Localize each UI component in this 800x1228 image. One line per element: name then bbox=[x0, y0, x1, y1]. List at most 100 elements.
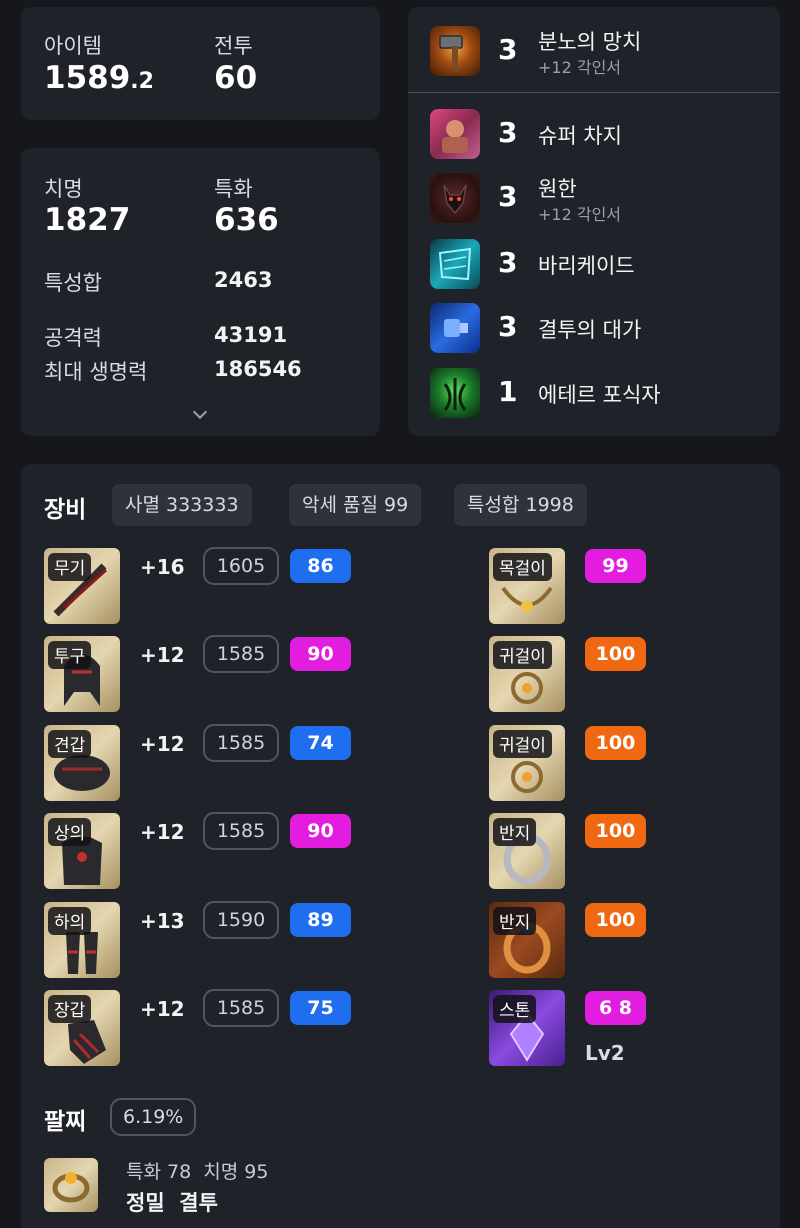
bracelet-title: 팔찌 bbox=[44, 1109, 87, 1135]
quality-badge: 100 bbox=[585, 814, 646, 848]
refine-level: +13 bbox=[140, 909, 185, 933]
slot-label: 목걸이 bbox=[493, 553, 552, 581]
summary-chip-elixir: 사멸 333333 bbox=[112, 484, 252, 526]
engraving-name: 분노의 망치 bbox=[538, 30, 642, 54]
quality-badge: 6 8 bbox=[585, 991, 646, 1025]
item-level-badge: 1590 bbox=[203, 901, 279, 939]
helmet-icon[interactable]: 투구 bbox=[44, 636, 120, 712]
summary-chip-acc-quality: 악세 품질 99 bbox=[289, 484, 422, 526]
refine-level: +12 bbox=[140, 820, 185, 844]
engraving-row[interactable]: 3 분노의 망치 +12 각인서 bbox=[430, 26, 770, 82]
engraving-name: 원한 bbox=[538, 177, 577, 201]
bracelet-percent-chip: 6.19% bbox=[110, 1098, 197, 1136]
summary-chip-stat-total: 특성합 1998 bbox=[454, 484, 587, 526]
engravings-card: 3 분노의 망치 +12 각인서 3 슈퍼 차지 3 원한 +12 각인서 3 … bbox=[408, 7, 780, 436]
item-level-badge: 1585 bbox=[203, 724, 279, 762]
spec-value: 636 bbox=[214, 202, 279, 238]
ring-icon[interactable]: 반지 bbox=[489, 813, 565, 889]
engraving-row[interactable]: 3 바리케이드 bbox=[430, 239, 770, 295]
hammer-icon bbox=[430, 26, 480, 76]
expand-chevron-icon[interactable] bbox=[192, 404, 208, 420]
quality-badge: 89 bbox=[290, 903, 351, 937]
quality-badge: 100 bbox=[585, 903, 646, 937]
quality-badge: 74 bbox=[290, 726, 351, 760]
combat-level-label: 전투 bbox=[214, 34, 253, 58]
item-level-badge: 1585 bbox=[203, 989, 279, 1027]
bracelet-icon[interactable] bbox=[44, 1158, 98, 1212]
hp-value: 186546 bbox=[214, 357, 302, 381]
item-level-badge: 1605 bbox=[203, 547, 279, 585]
engraving-level: 3 bbox=[498, 246, 518, 279]
engraving-row[interactable]: 1 에테르 포식자 bbox=[430, 368, 770, 424]
slot-label: 장갑 bbox=[48, 995, 92, 1023]
engraving-level: 1 bbox=[498, 375, 518, 408]
necklace-icon[interactable]: 목걸이 bbox=[489, 548, 565, 624]
item-level-badge: 1585 bbox=[203, 812, 279, 850]
barricade-icon bbox=[430, 239, 480, 289]
quality-badge: 100 bbox=[585, 637, 646, 671]
bracelet-effects: 정밀 결투 bbox=[126, 1191, 218, 1215]
master-brawler-icon bbox=[430, 303, 480, 353]
slot-label: 투구 bbox=[48, 641, 92, 669]
pants-icon[interactable]: 하의 bbox=[44, 902, 120, 978]
slot-label: 견갑 bbox=[48, 730, 92, 758]
engraving-row[interactable]: 3 원한 +12 각인서 bbox=[430, 173, 770, 229]
slot-label: 반지 bbox=[493, 818, 537, 846]
engraving-name: 슈퍼 차지 bbox=[538, 124, 622, 148]
engraving-level: 3 bbox=[498, 33, 518, 66]
slot-label: 하의 bbox=[48, 907, 92, 935]
earring-icon[interactable]: 귀걸이 bbox=[489, 636, 565, 712]
ether-predator-icon bbox=[430, 368, 480, 418]
total-stat-value: 2463 bbox=[214, 268, 273, 292]
quality-badge: 75 bbox=[290, 991, 351, 1025]
quality-badge: 99 bbox=[585, 549, 646, 583]
engraving-level: 3 bbox=[498, 180, 518, 213]
engraving-row[interactable]: 3 결투의 대가 bbox=[430, 303, 770, 359]
refine-level: +12 bbox=[140, 997, 185, 1021]
slot-label: 귀걸이 bbox=[493, 641, 552, 669]
refine-level: +16 bbox=[140, 555, 185, 579]
ring-icon[interactable]: 반지 bbox=[489, 902, 565, 978]
slot-label: 무기 bbox=[48, 553, 92, 581]
engraving-divider bbox=[408, 92, 780, 93]
refine-level: +12 bbox=[140, 643, 185, 667]
chest-icon[interactable]: 상의 bbox=[44, 813, 120, 889]
stats-card: 치명 1827 특화 636 특성합 2463 공격력 43191 최대 생명력… bbox=[21, 148, 380, 436]
earring-icon[interactable]: 귀걸이 bbox=[489, 725, 565, 801]
hp-label: 최대 생명력 bbox=[44, 360, 148, 384]
engraving-name: 바리케이드 bbox=[538, 254, 635, 278]
ability-stone-icon[interactable]: 스톤 bbox=[489, 990, 565, 1066]
attack-label: 공격력 bbox=[44, 326, 102, 350]
attack-value: 43191 bbox=[214, 323, 288, 347]
bracelet-stats: 특화 78 치명 95 bbox=[126, 1161, 269, 1183]
crit-label: 치명 bbox=[44, 177, 83, 201]
slot-label: 귀걸이 bbox=[493, 730, 552, 758]
gloves-icon[interactable]: 장갑 bbox=[44, 990, 120, 1066]
engraving-name: 에테르 포식자 bbox=[538, 383, 661, 407]
equipment-card: 장비 사멸 333333 악세 품질 99 특성합 1998 무기 +16 16… bbox=[21, 464, 780, 1228]
engraving-name: 결투의 대가 bbox=[538, 318, 642, 342]
combat-level-value: 60 bbox=[214, 60, 258, 96]
engraving-book: +12 각인서 bbox=[538, 205, 622, 224]
refine-level: +12 bbox=[140, 732, 185, 756]
crit-value: 1827 bbox=[44, 202, 131, 238]
item-level-value: 1589.2 bbox=[44, 60, 154, 96]
total-stat-label: 특성합 bbox=[44, 271, 102, 295]
stone-level: Lv2 bbox=[585, 1041, 625, 1065]
quality-badge: 86 bbox=[290, 549, 351, 583]
item-level-badge: 1585 bbox=[203, 635, 279, 673]
engraving-book: +12 각인서 bbox=[538, 58, 622, 77]
equipment-title: 장비 bbox=[44, 497, 87, 523]
quality-badge: 90 bbox=[290, 637, 351, 671]
slot-label: 반지 bbox=[493, 907, 537, 935]
engraving-level: 3 bbox=[498, 116, 518, 149]
quality-badge: 90 bbox=[290, 814, 351, 848]
summary-card: 아이템 1589.2 전투 60 bbox=[21, 7, 380, 120]
slot-label: 스톤 bbox=[493, 995, 537, 1023]
weapon-icon[interactable]: 무기 bbox=[44, 548, 120, 624]
quality-badge: 100 bbox=[585, 726, 646, 760]
shoulder-icon[interactable]: 견갑 bbox=[44, 725, 120, 801]
engraving-level: 3 bbox=[498, 310, 518, 343]
slot-label: 상의 bbox=[48, 818, 92, 846]
engraving-row[interactable]: 3 슈퍼 차지 bbox=[430, 109, 770, 165]
